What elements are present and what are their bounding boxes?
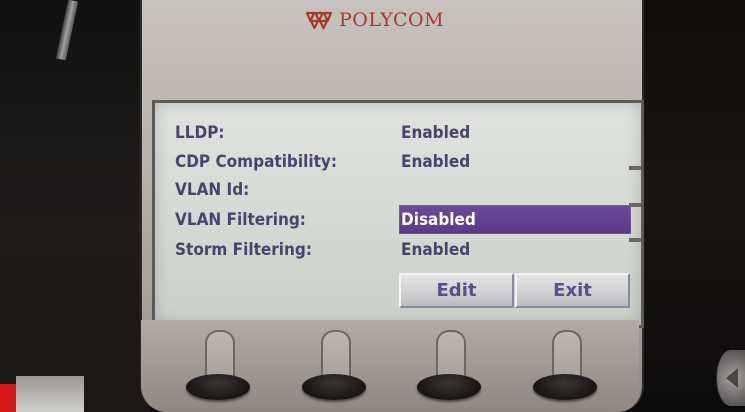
button-cap (533, 374, 597, 400)
line-key-marker (629, 238, 641, 242)
vlan-filtering-label: VLAN Filtering: (175, 210, 306, 230)
cdp-compatibility-value[interactable]: Enabled (401, 149, 581, 175)
storm-filtering-value[interactable]: Enabled (401, 237, 581, 263)
lldp-value[interactable]: Enabled (401, 120, 581, 146)
button-cap (302, 374, 366, 400)
line-key-marker (629, 166, 641, 170)
desk-object (16, 376, 84, 412)
red-object (0, 384, 16, 412)
polycom-logo-icon (305, 11, 333, 30)
softkey-4-button[interactable] (533, 320, 597, 400)
chevron-left-icon (726, 368, 738, 388)
vlan-id-label: VLAN Id: (175, 180, 250, 200)
lldp-label: LLDP: (175, 123, 225, 143)
brand-logo: POLYCOM (305, 9, 444, 31)
vlan-filtering-value[interactable]: Disabled (399, 205, 631, 234)
button-cap (186, 374, 250, 400)
edit-button[interactable]: Edit (399, 273, 514, 308)
navigation-key[interactable] (716, 350, 745, 406)
line-key-marker (629, 203, 641, 207)
softkey-1-button[interactable] (186, 320, 250, 400)
exit-button[interactable]: Exit (515, 273, 630, 308)
storm-filtering-label: Storm Filtering: (175, 240, 312, 260)
softkey-3-button[interactable] (417, 320, 481, 400)
button-cap (417, 374, 481, 400)
softkey-button-row (141, 320, 639, 412)
softkey-2-button[interactable] (302, 320, 366, 400)
brand-name: POLYCOM (339, 8, 445, 31)
vlan-id-value[interactable] (401, 177, 581, 203)
phone-photo: POLYCOM LLDP: Enabled CDP Compatibility:… (0, 0, 745, 412)
cdp-compatibility-label: CDP Compatibility: (175, 152, 337, 172)
left-background (0, 0, 150, 412)
lcd-screen: LLDP: Enabled CDP Compatibility: Enabled… (152, 100, 644, 328)
